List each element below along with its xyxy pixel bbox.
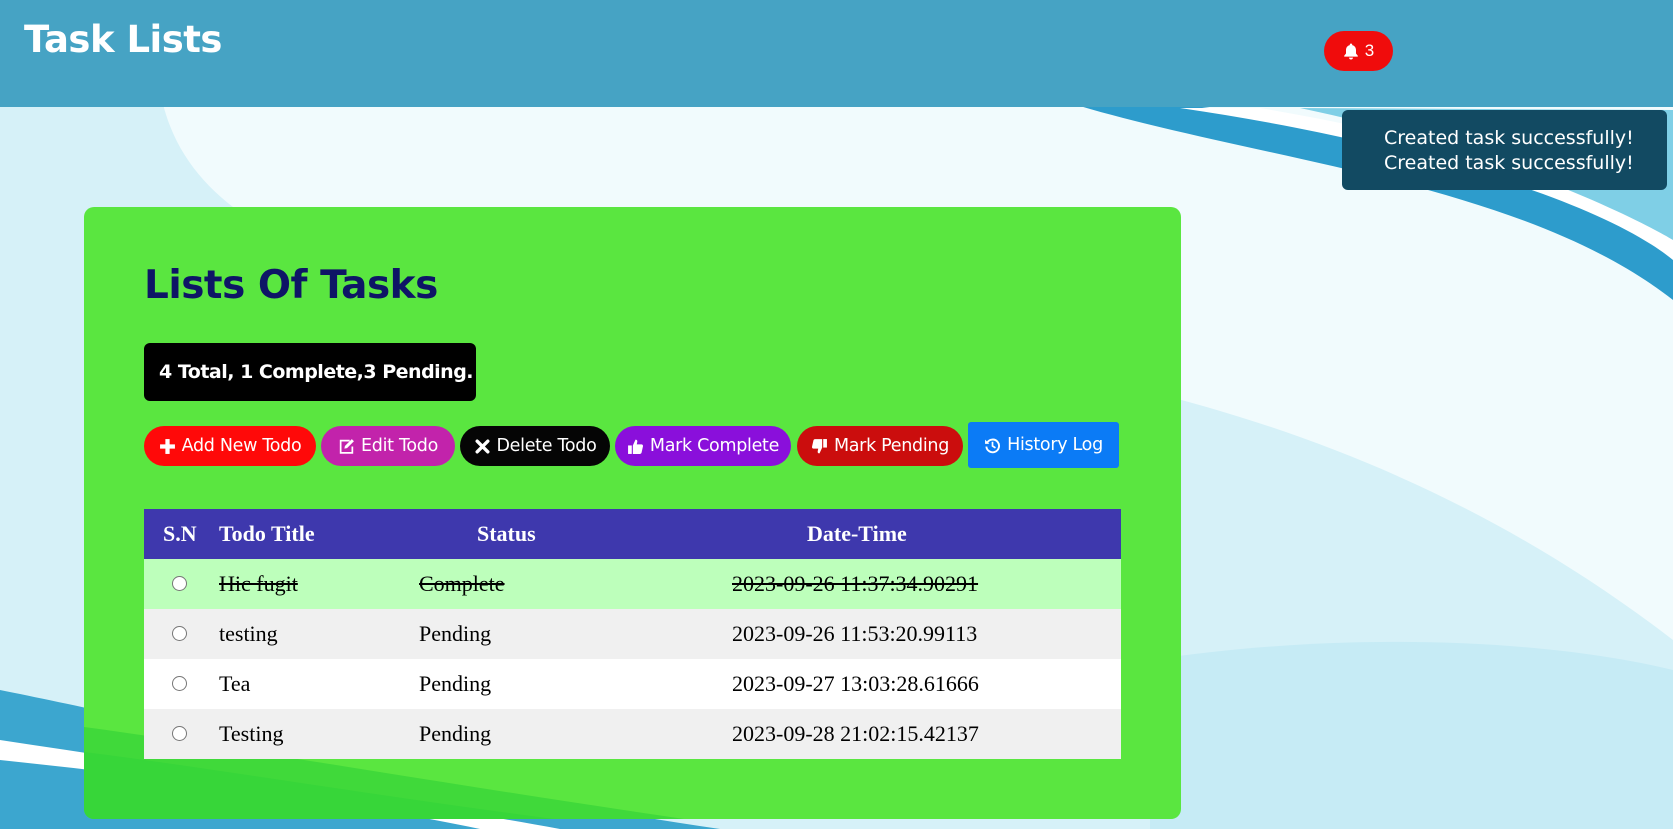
todo-status: Pending (419, 721, 492, 746)
todo-datetime: 2023-09-27 13:03:28.61666 (732, 671, 979, 696)
tasks-table: S.N Todo Title Status Date-Time Hic fugi… (144, 509, 1121, 759)
thumbs-down-icon (811, 438, 827, 453)
delete-todo-button[interactable]: Delete Todo (460, 426, 610, 466)
notification-count: 3 (1364, 41, 1375, 60)
toast-message: Created task successfully! (1384, 127, 1634, 149)
todo-title: Testing (219, 721, 284, 746)
section-title: Lists Of Tasks (144, 263, 438, 308)
todo-title: Tea (219, 671, 251, 696)
table-row[interactable]: Testing Pending 2023-09-28 21:02:15.4213… (144, 709, 1121, 759)
mark-complete-label: Mark Complete (649, 436, 780, 456)
tasks-panel: Lists Of Tasks 4 Total, 1 Complete,3 Pen… (84, 207, 1181, 819)
history-log-button[interactable]: History Log (968, 422, 1119, 468)
todo-title: Hic fugit (219, 571, 298, 596)
table-row[interactable]: testing Pending 2023-09-26 11:53:20.9911… (144, 609, 1121, 659)
table-header: S.N Todo Title Status Date-Time (144, 509, 1121, 559)
delete-todo-label: Delete Todo (496, 436, 597, 456)
history-log-label: History Log (1007, 435, 1103, 455)
edit-icon (339, 438, 354, 454)
todo-datetime: 2023-09-26 11:37:34.90291 (732, 571, 979, 596)
notification-button[interactable]: 3 (1324, 31, 1393, 71)
row-select-radio[interactable] (172, 626, 187, 641)
add-todo-button[interactable]: Add New Todo (144, 426, 316, 466)
toast-notification: Created task successfully! Created task … (1342, 110, 1667, 190)
add-todo-label: Add New Todo (181, 436, 302, 456)
row-select-radio[interactable] (172, 576, 187, 591)
table-row[interactable]: Tea Pending 2023-09-27 13:03:28.61666 (144, 659, 1121, 709)
column-header-sn: S.N (163, 521, 197, 546)
todo-status: Pending (419, 621, 492, 646)
close-icon (474, 438, 490, 454)
column-header-datetime: Date-Time (807, 521, 907, 546)
top-bar: Task Lists 3 (0, 0, 1673, 107)
todo-status: Pending (419, 671, 492, 696)
edit-todo-label: Edit Todo (361, 436, 438, 456)
todo-datetime: 2023-09-26 11:53:20.99113 (732, 621, 978, 646)
mark-pending-label: Mark Pending (833, 436, 950, 456)
column-header-title: Todo Title (219, 521, 315, 546)
todo-title: testing (219, 621, 278, 646)
row-select-radio[interactable] (172, 676, 187, 691)
row-select-radio[interactable] (172, 726, 187, 741)
app-title: Task Lists (24, 18, 222, 61)
plus-icon (159, 438, 175, 454)
todo-datetime: 2023-09-28 21:02:15.42137 (732, 721, 979, 746)
thumbs-up-icon (627, 439, 643, 454)
todo-status: Complete (419, 571, 505, 596)
mark-pending-button[interactable]: Mark Pending (797, 426, 963, 466)
mark-complete-button[interactable]: Mark Complete (615, 426, 791, 466)
history-icon (985, 438, 1001, 453)
column-header-status: Status (477, 521, 536, 546)
task-summary: 4 Total, 1 Complete,3 Pending. (144, 343, 476, 401)
bell-icon (1343, 43, 1358, 59)
toast-message: Created task successfully! (1384, 152, 1634, 174)
edit-todo-button[interactable]: Edit Todo (321, 426, 455, 466)
table-row[interactable]: Hic fugit Complete 2023-09-26 11:37:34.9… (144, 559, 1121, 609)
